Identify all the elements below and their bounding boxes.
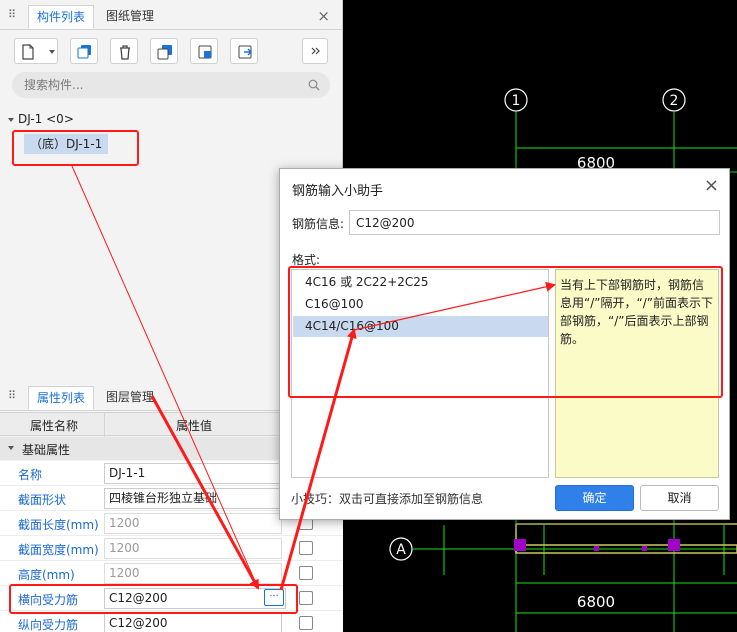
- property-checkbox[interactable]: [299, 591, 313, 605]
- property-checkbox[interactable]: [299, 566, 313, 580]
- property-name: 名称: [18, 468, 43, 482]
- tip-text: 小技巧：双击可直接添加至钢筋信息: [291, 492, 484, 506]
- copy-icon: [77, 45, 91, 59]
- property-name: 纵向受力筋: [18, 618, 79, 632]
- property-value-field[interactable]: 四棱锥台形独立基础: [104, 488, 282, 509]
- tree-root-item[interactable]: DJ-1 <0>: [8, 112, 74, 126]
- format-item-selected[interactable]: 4C14/C16@100: [293, 316, 548, 337]
- drag-grip-icon[interactable]: ⠿: [8, 389, 18, 403]
- column-name-header: 属性名称: [30, 419, 79, 433]
- components-tabbar: ⠿ 构件列表 图纸管理 ×: [0, 0, 342, 30]
- property-value-field[interactable]: C12@200: [104, 588, 286, 609]
- rebar-info-label: 钢筋信息:: [292, 217, 345, 231]
- close-icon[interactable]: ×: [317, 7, 330, 25]
- dimension-bottom: 6800: [577, 593, 615, 611]
- property-value-field[interactable]: C12@200: [104, 613, 282, 632]
- tab-property-list[interactable]: 属性列表: [28, 386, 95, 410]
- property-name: 截面形状: [18, 493, 67, 507]
- search-input[interactable]: [24, 76, 304, 94]
- tree-root-label: DJ-1 <0>: [18, 112, 74, 126]
- axis-label-1: 1: [512, 93, 521, 109]
- header-divider: [104, 413, 105, 437]
- property-value-field[interactable]: 1200: [104, 563, 282, 584]
- format-label: 格式:: [292, 253, 321, 267]
- format-item[interactable]: 4C16 或 2C22+2C25: [293, 272, 548, 293]
- property-name: 高度(mm): [18, 568, 75, 582]
- tree-child-item[interactable]: （底）DJ-1-1: [24, 134, 109, 154]
- property-value-field[interactable]: DJ-1-1: [104, 463, 282, 484]
- property-name: 横向受力筋: [18, 593, 79, 607]
- layer-copy-button[interactable]: [190, 38, 218, 64]
- axis-label-2: 2: [670, 93, 679, 109]
- new-component-button[interactable]: [14, 38, 58, 64]
- rebar-input-dialog: 钢筋输入小助手 × 钢筋信息: 格式: 4C16 或 2C22+2C25 C16…: [279, 168, 730, 520]
- duplicate-button[interactable]: [150, 38, 178, 64]
- chevron-down-icon[interactable]: [8, 117, 14, 122]
- cancel-button[interactable]: 取消: [640, 485, 719, 511]
- format-description: 当有上下部钢筋时，钢筋信息用“/”隔开，“/”前面表示下部钢筋，“/”后面表示上…: [555, 269, 719, 478]
- property-group-label: 基础属性: [22, 443, 71, 457]
- chevron-down-icon[interactable]: [8, 446, 14, 450]
- component-search: [12, 72, 330, 98]
- tab-component-list[interactable]: 构件列表: [28, 5, 95, 29]
- layer-copy-icon: [198, 45, 212, 59]
- format-item[interactable]: C16@100: [293, 294, 548, 315]
- rebar-info-input[interactable]: [349, 210, 720, 235]
- property-checkbox[interactable]: [299, 616, 313, 630]
- delete-button[interactable]: [110, 38, 138, 64]
- property-value-field[interactable]: 1200: [104, 513, 282, 534]
- expand-button[interactable]: [302, 38, 328, 64]
- column-value-header: 属性值: [176, 419, 213, 433]
- property-row-height: 高度(mm) 1200: [0, 561, 343, 586]
- tab-drawing-management[interactable]: 图纸管理: [98, 5, 162, 29]
- dialog-title: 钢筋输入小助手: [292, 184, 384, 199]
- property-name: 截面宽度(mm): [18, 543, 99, 557]
- property-name: 截面长度(mm): [18, 518, 99, 532]
- property-row-section-width: 截面宽度(mm) 1200: [0, 536, 343, 561]
- expand-icon: [311, 47, 320, 55]
- chevron-down-icon[interactable]: [49, 50, 55, 54]
- property-checkbox[interactable]: [299, 541, 313, 555]
- export-icon: [238, 45, 252, 59]
- export-button[interactable]: [230, 38, 258, 64]
- property-row-transverse-rebar: 横向受力筋 C12@200 ···: [0, 586, 343, 611]
- delete-icon: [120, 45, 130, 60]
- format-list[interactable]: 4C16 或 2C22+2C25 C16@100 4C14/C16@100: [291, 269, 549, 478]
- more-options-button[interactable]: ···: [264, 589, 284, 606]
- tab-layer-management[interactable]: 图层管理: [98, 386, 162, 410]
- property-row-longitudinal-rebar: 纵向受力筋 C12@200: [0, 611, 343, 632]
- search-icon[interactable]: [308, 79, 320, 91]
- axis-label-a: A: [396, 542, 406, 558]
- drag-grip-icon[interactable]: ⠿: [8, 8, 18, 22]
- property-value-field[interactable]: 1200: [104, 538, 282, 559]
- ok-button[interactable]: 确定: [555, 485, 634, 511]
- new-icon: [22, 44, 34, 60]
- copy-button[interactable]: [70, 38, 98, 64]
- duplicate-icon: [157, 45, 172, 60]
- close-icon[interactable]: ×: [704, 175, 719, 196]
- component-toolbar: [0, 36, 343, 68]
